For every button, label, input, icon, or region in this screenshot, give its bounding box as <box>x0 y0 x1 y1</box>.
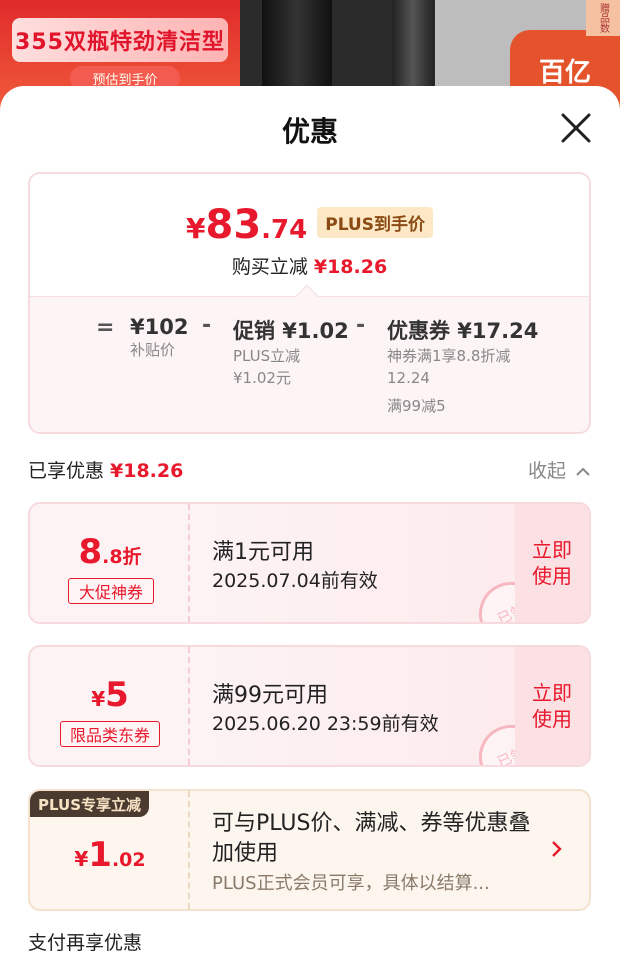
price-integer: 83 <box>205 202 262 248</box>
coupon-type-badge: 限品类东券 <box>60 721 160 747</box>
payment-discount-heading: 支付再享优惠 <box>28 932 143 954</box>
coupon-expiry: 2025.06.20 23:59前有效 <box>212 713 439 735</box>
minus-sign: - <box>202 313 212 338</box>
coupon-desc: 神券满1享8.8折减 <box>387 347 511 365</box>
plus-exclusive-tag: PLUS专享立减 <box>30 791 150 817</box>
use-now-label-2: 使用 <box>532 564 572 588</box>
equals-sign: = <box>96 315 115 340</box>
promotion-amount: 促销 ¥1.02 <box>233 319 349 343</box>
price-currency: ¥ <box>186 212 206 245</box>
promotion-block: 促销 ¥1.02 PLUS立减 ¥1.02元 <box>233 315 349 389</box>
coupon-condition: 满1元可用 <box>212 540 314 565</box>
coupon-value: ¥5 <box>30 675 190 715</box>
coupon-desc-value: 12.24 <box>387 369 430 387</box>
coupon-desc-extra: 满99减5 <box>387 397 446 415</box>
chevron-right-icon[interactable] <box>547 837 567 861</box>
plus-discount-value: ¥1.02 <box>30 835 190 875</box>
collapse-button[interactable]: 收起 <box>528 456 590 483</box>
use-now-label-1: 立即 <box>532 538 572 562</box>
promotion-desc-value: ¥1.02元 <box>233 369 291 387</box>
enjoyed-label: 已享优惠 <box>28 460 105 482</box>
background-side-text: 赠品数 <box>586 0 620 36</box>
coupon-card: ¥5 限品类东券 满99元可用 2025.06.20 23:59前有效 已领 立… <box>28 645 591 767</box>
coupon-value-main: 5 <box>105 675 129 715</box>
coupon-block: 优惠券 ¥17.24 神券满1享8.8折减 12.24 满99减5 <box>387 315 538 417</box>
enjoyed-value: ¥18.26 <box>110 460 184 482</box>
sheet-title: 优惠 <box>281 115 338 148</box>
coupon-value-prefix: ¥ <box>91 687 106 711</box>
coupon-amount: 优惠券 ¥17.24 <box>387 319 539 343</box>
coupon-type-badge: 大促神券 <box>68 578 154 604</box>
coupon-value-main: 8 <box>78 532 103 572</box>
coupon-expiry: 2025.07.04前有效 <box>212 570 378 592</box>
price-breakdown: = ¥102 补贴价 - 促销 ¥1.02 PLUS立减 ¥1.02元 - 优惠… <box>30 296 589 432</box>
minus-sign: - <box>356 313 366 338</box>
coupon-card: 8.8折 大促神券 满1元可用 2025.07.04前有效 已领 立即 使用 <box>28 502 591 624</box>
coupon-value: 8.8折 <box>30 532 190 572</box>
chevron-up-icon <box>576 467 590 476</box>
use-now-label-2: 使用 <box>532 707 572 731</box>
use-now-label-1: 立即 <box>532 681 572 705</box>
plus-value-small: .02 <box>111 849 146 871</box>
price-decimal: .74 <box>261 215 308 245</box>
plus-description: 可与PLUS价、满减、券等优惠叠加使用 <box>212 811 531 866</box>
plus-value-main: 1 <box>88 835 112 875</box>
collapse-label: 收起 <box>527 460 566 482</box>
plus-price-tag: PLUS到手价 <box>317 207 433 238</box>
price-summary-card: ¥ 83 .74 PLUS到手价 购买立减 ¥18.26 = ¥102 补贴价 -… <box>28 172 591 434</box>
enjoyed-discount: 已享优惠 ¥18.26 <box>28 456 183 483</box>
plus-discount-card[interactable]: PLUS专享立减 ¥1.02 可与PLUS价、满减、券等优惠叠加使用 PLUS正… <box>28 789 591 911</box>
close-icon[interactable] <box>558 110 594 146</box>
use-now-button[interactable]: 立即 使用 <box>515 647 589 765</box>
purchase-discount: 购买立减 ¥18.26 <box>30 252 589 279</box>
plus-value-prefix: ¥ <box>74 847 89 871</box>
summary-top: ¥ 83 .74 PLUS到手价 购买立减 ¥18.26 <box>30 174 589 296</box>
coupon-value-small: .8折 <box>102 546 142 568</box>
purchase-discount-value: ¥18.26 <box>313 256 388 278</box>
coupon-condition: 满99元可用 <box>212 683 328 708</box>
subsidy-price-block: ¥102 补贴价 <box>130 315 188 361</box>
subsidy-price: ¥102 <box>130 315 189 339</box>
use-now-button[interactable]: 立即 使用 <box>515 504 589 622</box>
subsidy-price-label: 补贴价 <box>130 341 176 359</box>
final-price: ¥ 83 .74 PLUS到手价 <box>30 202 589 248</box>
purchase-discount-label: 购买立减 <box>231 256 308 278</box>
background-banner: 355双瓶特劲清洁型 <box>12 18 228 62</box>
plus-note: PLUS正式会员可享，具体以结算... <box>212 873 490 894</box>
promotion-desc: PLUS立减 <box>233 347 301 365</box>
